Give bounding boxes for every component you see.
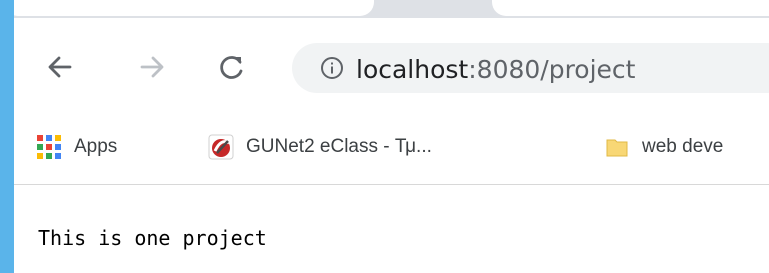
page-body-text: This is one project <box>38 226 267 250</box>
forward-button[interactable] <box>134 49 170 85</box>
info-icon[interactable] <box>320 56 344 80</box>
apps-grid-icon <box>36 134 62 160</box>
back-button[interactable] <box>42 49 78 85</box>
browser-toolbar: localhost:8080/project <box>14 18 769 110</box>
page-content: This is one project <box>14 185 769 273</box>
bookmark-label: GUNet2 eClass - Τμ... <box>246 136 432 157</box>
reload-button[interactable] <box>214 49 250 85</box>
bookmark-apps[interactable]: Apps <box>36 130 117 164</box>
tab-active[interactable] <box>14 0 374 16</box>
tab-new[interactable] <box>492 0 769 16</box>
bookmark-label: web deve <box>642 136 724 157</box>
bookmark-label: Apps <box>74 136 118 157</box>
bookmarks-bar: Apps GUNet2 eClass - Τμ... web deve <box>14 110 769 185</box>
tab-strip <box>14 0 769 18</box>
arrow-right-icon <box>140 56 164 78</box>
bookmark-web-deve[interactable]: web deve <box>604 130 723 164</box>
browser-window: localhost:8080/project Apps GUNet2 eClas… <box>14 0 769 273</box>
address-bar[interactable]: localhost:8080/project <box>292 43 769 93</box>
reload-icon <box>220 56 243 79</box>
url-path: :8080/project <box>468 55 636 84</box>
folder-icon <box>604 134 630 160</box>
arrow-left-icon <box>48 56 72 78</box>
bookmark-gunet2-eclass[interactable]: GUNet2 eClass - Τμ... <box>208 130 432 164</box>
url-text[interactable]: localhost:8080/project <box>356 55 635 84</box>
url-host: localhost <box>356 55 469 84</box>
eclass-logo-icon <box>208 134 234 160</box>
